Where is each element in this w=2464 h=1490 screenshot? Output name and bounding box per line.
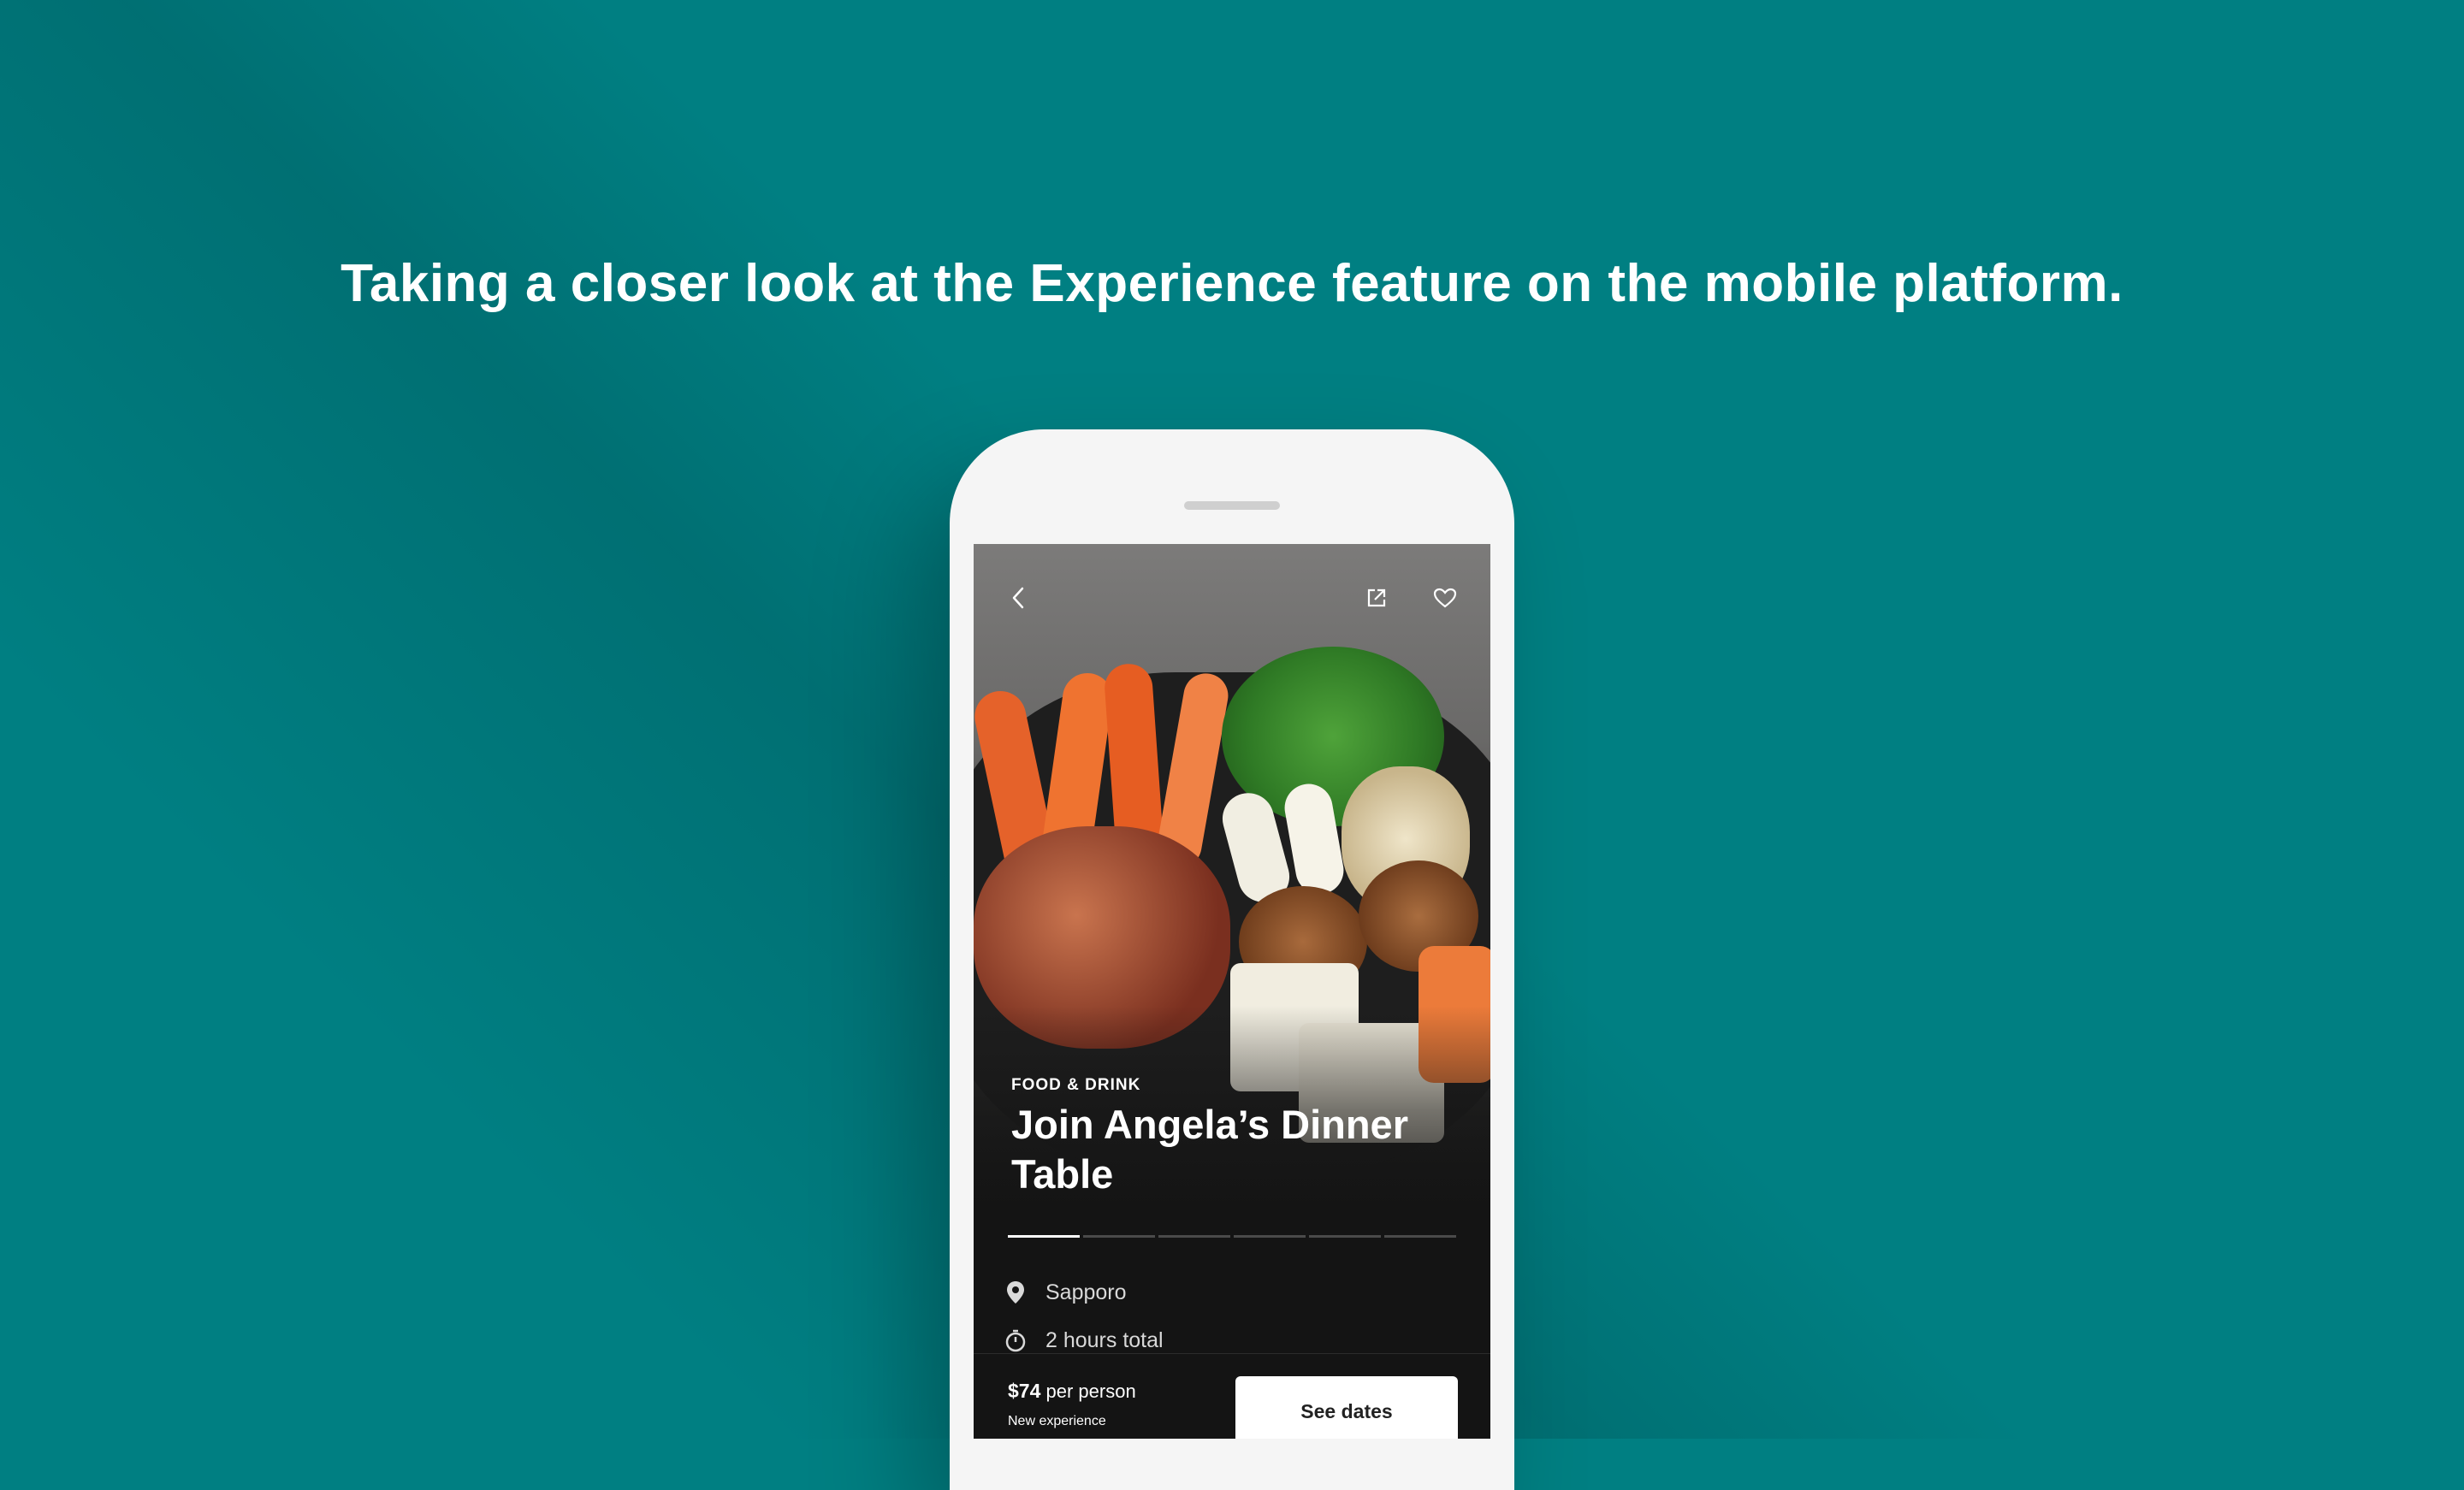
- price-label: $74 per person: [1008, 1380, 1136, 1403]
- progress-segment: [1309, 1235, 1381, 1238]
- duration-text: 2 hours total: [1045, 1327, 1164, 1352]
- price-note: New experience: [1008, 1414, 1106, 1428]
- heart-icon[interactable]: [1432, 587, 1458, 609]
- timer-icon: [1004, 1327, 1027, 1353]
- duration-row: 2 hours total: [1004, 1326, 1164, 1355]
- photo-progress-indicator: [1008, 1235, 1456, 1239]
- experience-category: FOOD & DRINK: [1011, 1076, 1141, 1094]
- price-unit: per person: [1045, 1381, 1136, 1402]
- progress-segment: [1083, 1235, 1155, 1238]
- share-icon[interactable]: [1365, 587, 1388, 609]
- experience-screen: FOOD & DRINK Join Angela’s Dinner Table …: [974, 544, 1490, 1439]
- phone-mockup: FOOD & DRINK Join Angela’s Dinner Table …: [950, 429, 1514, 1490]
- progress-segment: [1234, 1235, 1306, 1238]
- location-pin-icon: [1004, 1280, 1027, 1305]
- see-dates-button[interactable]: See dates: [1235, 1376, 1458, 1439]
- location-row: Sapporo: [1004, 1278, 1127, 1307]
- progress-segment: [1384, 1235, 1456, 1238]
- booking-bar: $74 per person New experience See dates: [974, 1353, 1490, 1439]
- experience-title: Join Angela’s Dinner Table: [1011, 1102, 1408, 1197]
- price-amount: $74: [1008, 1380, 1041, 1402]
- back-chevron-icon[interactable]: [1008, 585, 1028, 611]
- location-text: Sapporo: [1045, 1280, 1127, 1304]
- progress-segment-active: [1008, 1235, 1080, 1238]
- progress-segment: [1158, 1235, 1230, 1238]
- phone-speaker: [1184, 501, 1280, 510]
- page-headline: Taking a closer look at the Experience f…: [341, 254, 2123, 313]
